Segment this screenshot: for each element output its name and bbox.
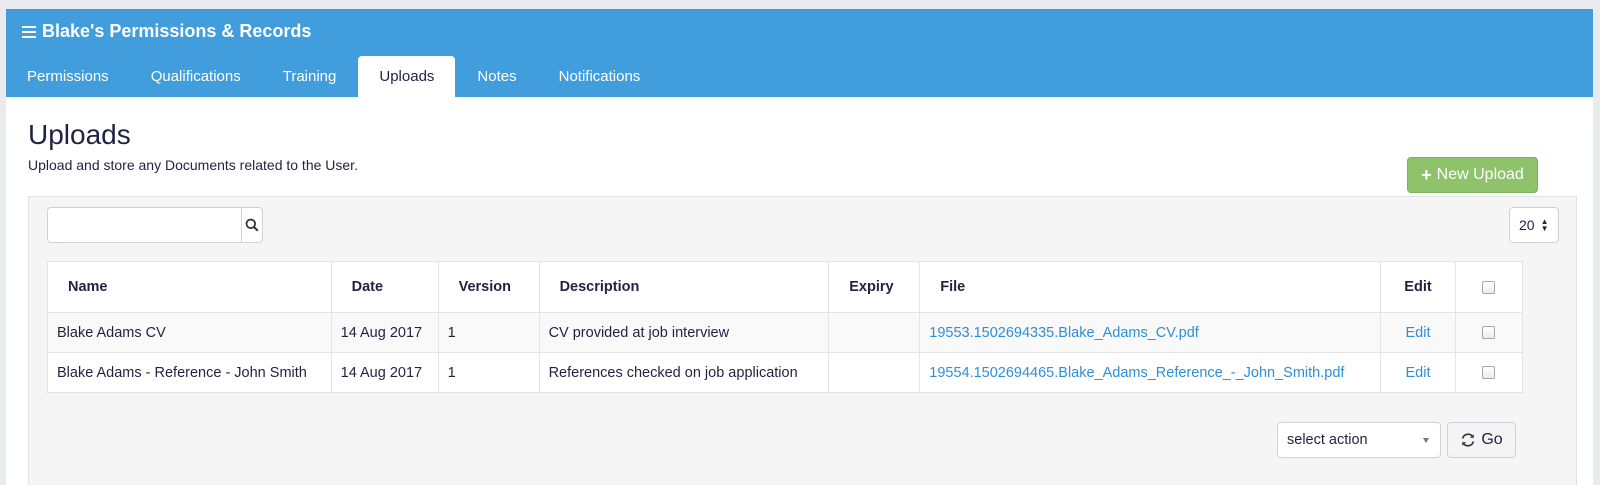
cell-date: 14 Aug 2017 — [330, 312, 439, 353]
refresh-icon — [1462, 433, 1475, 447]
edit-link[interactable]: Edit — [1405, 325, 1430, 341]
cell-edit: Edit — [1380, 352, 1456, 393]
page-size-select[interactable]: 20 ▲ ▼ — [1509, 207, 1559, 243]
tab-notes[interactable]: Notes — [456, 56, 537, 97]
cell-select — [1454, 352, 1524, 393]
edit-link[interactable]: Edit — [1405, 365, 1430, 381]
cell-expiry — [828, 312, 921, 353]
uploads-list-container: 20 ▲ ▼ Name Date Version Description Expi… — [28, 196, 1577, 485]
row-checkbox[interactable] — [1482, 366, 1496, 380]
cell-name: Blake Adams - Reference - John Smith — [47, 352, 332, 393]
search-group — [47, 207, 263, 243]
table-row: Blake Adams CV 14 Aug 2017 1 CV provided… — [47, 312, 1524, 353]
new-upload-label: New Upload — [1436, 166, 1524, 183]
caret-down-icon — [1423, 438, 1429, 443]
cell-name: Blake Adams CV — [47, 312, 332, 353]
cell-edit: Edit — [1380, 312, 1456, 353]
row-checkbox[interactable] — [1482, 326, 1496, 340]
cell-date: 14 Aug 2017 — [330, 352, 439, 393]
tab-notifications[interactable]: Notifications — [538, 56, 662, 97]
tab-permissions[interactable]: Permissions — [6, 56, 130, 97]
search-input[interactable] — [48, 208, 241, 242]
select-all-cell — [1454, 261, 1524, 313]
column-header-description[interactable]: Description — [538, 261, 830, 313]
column-header-edit: Edit — [1380, 261, 1456, 313]
cell-expiry — [828, 352, 921, 393]
cell-file: 19554.1502694465.Blake_Adams_Reference_-… — [919, 352, 1381, 393]
uploads-table: Name Date Version Description Expiry Fil… — [47, 261, 1524, 393]
cell-description: References checked on job application — [538, 352, 830, 393]
hamburger-menu-icon[interactable] — [22, 25, 36, 38]
app-title: Blake's Permissions & Records — [22, 21, 311, 42]
column-header-file[interactable]: File — [919, 261, 1381, 313]
app-title-text: Blake's Permissions & Records — [42, 21, 312, 41]
file-link[interactable]: 19554.1502694465.Blake_Adams_Reference_-… — [929, 365, 1344, 381]
tab-qualifications[interactable]: Qualifications — [130, 56, 262, 97]
cell-select — [1454, 312, 1524, 353]
search-icon — [245, 218, 259, 232]
bulk-action-value: select action — [1287, 432, 1368, 448]
page-size-value: 20 — [1519, 217, 1535, 233]
select-all-checkbox[interactable] — [1482, 280, 1496, 294]
bulk-action-select[interactable]: select action — [1277, 422, 1441, 458]
table-row: Blake Adams - Reference - John Smith 14 … — [47, 352, 1524, 393]
header-bar: Blake's Permissions & Records Permission… — [6, 9, 1593, 97]
tab-uploads[interactable]: Uploads — [358, 56, 456, 97]
tab-bar: Permissions Qualifications Training Uplo… — [6, 56, 661, 97]
new-upload-button[interactable]: + New Upload — [1407, 157, 1538, 193]
search-button[interactable] — [241, 208, 262, 242]
go-button[interactable]: Go — [1447, 422, 1516, 458]
column-header-version[interactable]: Version — [437, 261, 540, 313]
plus-icon: + — [1421, 164, 1432, 185]
cell-version: 1 — [437, 312, 540, 353]
file-link[interactable]: 19553.1502694335.Blake_Adams_CV.pdf — [929, 325, 1199, 341]
cell-description: CV provided at job interview — [538, 312, 830, 353]
column-header-date[interactable]: Date — [330, 261, 439, 313]
cell-file: 19553.1502694335.Blake_Adams_CV.pdf — [919, 312, 1381, 353]
column-header-expiry[interactable]: Expiry — [828, 261, 921, 313]
table-header-row: Name Date Version Description Expiry Fil… — [47, 261, 1524, 313]
go-label: Go — [1481, 431, 1503, 448]
tab-training[interactable]: Training — [262, 56, 358, 97]
column-header-name[interactable]: Name — [47, 261, 332, 313]
page-subtitle: Upload and store any Documents related t… — [28, 157, 358, 173]
up-down-arrows-icon: ▲ ▼ — [1540, 217, 1549, 233]
page-title: Uploads — [28, 119, 131, 150]
cell-version: 1 — [437, 352, 540, 393]
records-panel: Blake's Permissions & Records Permission… — [6, 9, 1593, 485]
